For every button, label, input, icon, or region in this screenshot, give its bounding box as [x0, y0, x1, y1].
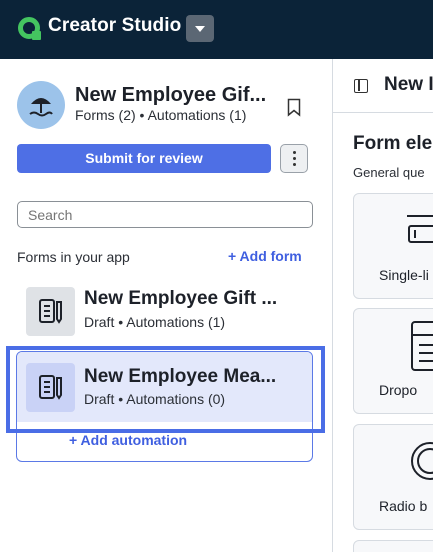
- submit-for-review-button[interactable]: Submit for review: [17, 144, 271, 173]
- search-input[interactable]: [17, 201, 313, 228]
- form-builder-title: New I: [384, 74, 433, 95]
- single-line-element-card[interactable]: Single-li: [353, 193, 433, 299]
- element-label: Dropo: [379, 382, 418, 398]
- form-elements-heading: Form ele: [353, 133, 433, 154]
- element-label: Radio b: [379, 498, 428, 514]
- form-list-item[interactable]: New Employee Gift ... Draft • Automation…: [17, 280, 313, 344]
- radio-button-icon: [411, 442, 433, 480]
- beach-umbrella-icon: [29, 98, 53, 117]
- creator-studio-logo-icon: [18, 17, 41, 40]
- next-element-card[interactable]: [353, 540, 433, 552]
- app-subtitle: Forms (2) • Automations (1): [75, 107, 247, 123]
- top-bar: Creator Studio: [0, 0, 433, 59]
- add-form-link[interactable]: + Add form: [228, 248, 302, 264]
- dropdown-element-card[interactable]: Dropo: [353, 308, 433, 414]
- bookmark-icon[interactable]: [287, 98, 301, 117]
- radio-button-element-card[interactable]: Radio b: [353, 424, 433, 530]
- add-automation-link[interactable]: + Add automation: [69, 432, 187, 448]
- sidebar-collapse-icon[interactable]: [354, 79, 368, 93]
- more-vertical-icon: [293, 151, 296, 154]
- form-icon: [26, 287, 75, 336]
- form-title: New Employee Gift ...: [84, 288, 278, 309]
- forms-section-label: Forms in your app: [17, 249, 130, 265]
- more-options-button[interactable]: [280, 144, 308, 173]
- brand-dropdown-button[interactable]: [186, 15, 214, 42]
- element-label: Single-li: [379, 267, 429, 283]
- app-title[interactable]: New Employee Gif...: [75, 84, 266, 107]
- dropdown-icon: [411, 321, 433, 371]
- general-questions-label: General que: [353, 165, 425, 180]
- form-subtitle: Draft • Automations (1): [84, 314, 226, 330]
- app-brand-name: Creator Studio: [48, 15, 182, 36]
- single-line-icon: [407, 215, 433, 243]
- app-avatar: [17, 81, 65, 129]
- highlight-outline: [6, 346, 325, 433]
- pane-header-divider: [333, 112, 433, 113]
